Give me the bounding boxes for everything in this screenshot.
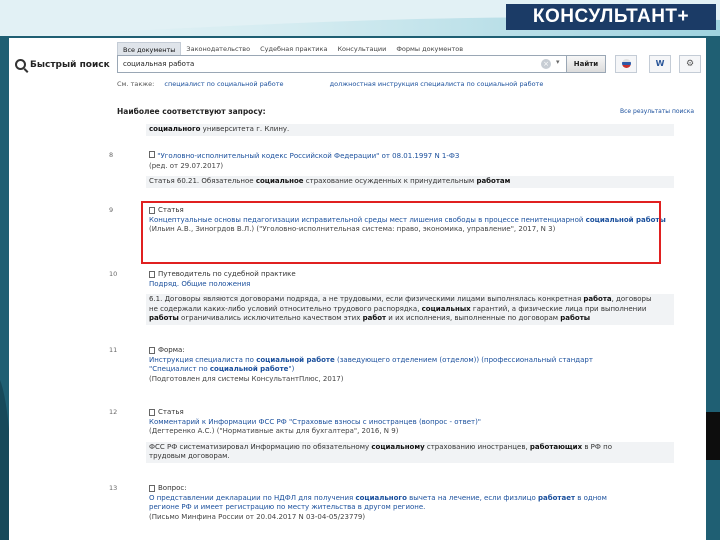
result-item: 8 "Уголовно-исполнительный кодекс Россий… (109, 151, 674, 191)
result-title-link[interactable]: О представлении декларации по НДФЛ для п… (149, 494, 674, 513)
result-number: 11 (109, 346, 118, 354)
result-meta: (Письмо Минфина России от 20.04.2017 N 0… (149, 512, 366, 521)
result-number: 8 (109, 151, 114, 159)
settings-button[interactable]: ⚙ (679, 55, 701, 73)
gear-icon: ⚙ (685, 59, 695, 69)
result-number: 12 (109, 408, 118, 416)
result-item: 10 Путеводитель по судебной практике Под… (109, 270, 674, 332)
see-also-row: См. также: специалист по социальной рабо… (117, 80, 543, 88)
result-title-link[interactable]: "Уголовно-исполнительный кодекс Российск… (149, 151, 674, 162)
result-type: Статья (149, 408, 674, 418)
word-icon: W (655, 59, 665, 68)
search-box: × ▾ (117, 55, 567, 73)
result-title-link[interactable]: Комментарий к Информации ФСС РФ "Страхов… (149, 418, 674, 428)
clear-icon[interactable]: × (541, 59, 551, 69)
see-also-label: См. также: (117, 80, 155, 88)
document-icon (149, 271, 155, 279)
result-meta: (Ильин А.В., Зиногрдов В.Л.) ("Уголовно-… (149, 225, 556, 233)
best-match-heading: Наиболее соответствуют запросу: (117, 107, 266, 116)
result-item: 13 Вопрос: О представлении декларации по… (109, 484, 674, 528)
result-snippet: Статья 60.21. Обязательное социальное ст… (146, 176, 674, 188)
quick-search-title: Быстрый поиск (15, 59, 110, 70)
find-button[interactable]: Найти (566, 55, 606, 73)
all-results-link[interactable]: Все результаты поиска (620, 108, 694, 115)
see-also-link-job-instruction[interactable]: должностная инструкция специалиста по со… (330, 80, 544, 88)
result-snippet: ФСС РФ систематизировал Информацию по об… (146, 441, 674, 463)
search-results-window: Быстрый поиск Все документы Законодатель… (9, 38, 706, 540)
result-number: 9 (109, 206, 114, 214)
result-item-highlighted: 9 Статья Концептуальные основы педагогиз… (109, 206, 674, 250)
result-meta: (Подготовлен для системы КонсультантПлюс… (149, 374, 344, 383)
result-snippet: социального университета г. Клину. (146, 124, 674, 136)
result-snippet: 6.1. Договоры являются договорами подряд… (146, 294, 674, 325)
result-type: Путеводитель по судебной практике (149, 270, 674, 280)
result-meta: (Дегтеренко А.С.) ("Нормативные акты для… (149, 427, 399, 435)
consultant-plus-logo: КОНСУЛЬТАНТ+ (506, 4, 716, 30)
chevron-down-icon[interactable]: ▾ (556, 58, 560, 66)
result-title-link[interactable]: Подряд. Общие положения (149, 280, 674, 290)
word-export-button[interactable]: W (649, 55, 671, 73)
result-number: 13 (109, 484, 118, 492)
document-icon (149, 151, 155, 158)
result-type: Форма: (149, 346, 674, 356)
language-button[interactable] (615, 55, 637, 73)
document-icon (149, 485, 155, 493)
result-number: 10 (109, 270, 118, 278)
slide-side-marker (706, 412, 720, 460)
result-type: Вопрос: (149, 484, 674, 494)
result-item: 12 Статья Комментарий к Информации ФСС Р… (109, 408, 674, 463)
result-meta: (ред. от 29.07.2017) (149, 161, 224, 170)
quick-search-label: Быстрый поиск (30, 59, 110, 70)
result-title-link[interactable]: Концептуальные основы педагогизации испр… (149, 216, 674, 226)
result-title-link[interactable]: Инструкция специалиста по социальной раб… (149, 356, 674, 375)
flag-icon (621, 59, 631, 68)
document-icon (149, 347, 155, 355)
document-icon (149, 409, 155, 417)
document-icon (149, 207, 155, 215)
result-type: Статья (149, 206, 674, 216)
see-also-link-specialist[interactable]: специалист по социальной работе (164, 80, 283, 88)
result-item: 11 Форма: Инструкция специалиста по соци… (109, 346, 674, 390)
search-input[interactable] (123, 58, 523, 70)
search-icon (15, 59, 26, 70)
